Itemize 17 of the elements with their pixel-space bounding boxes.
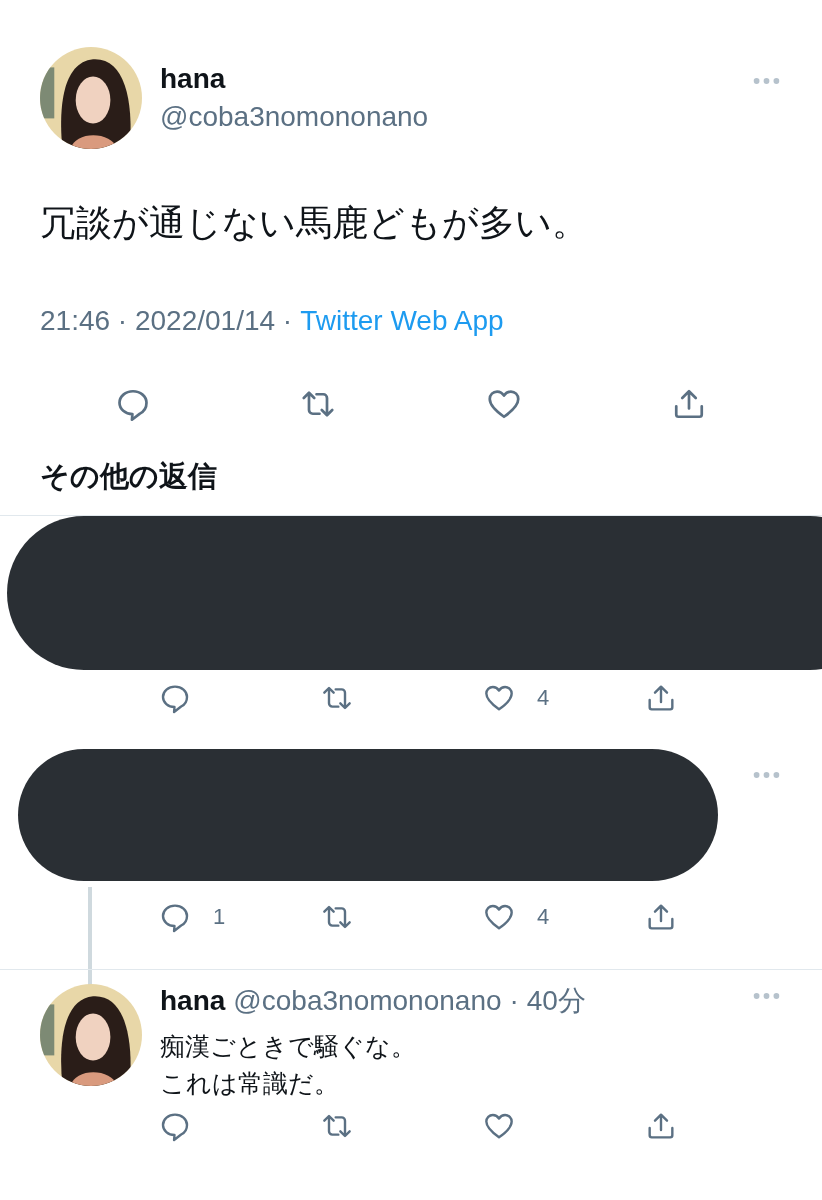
reply-icon[interactable] (159, 1110, 191, 1142)
section-heading: その他の返信 (40, 458, 218, 495)
reply-icon[interactable] (159, 682, 191, 714)
reply-text: 痴漢ごときで騒ぐな。 (160, 1031, 416, 1063)
user-handle[interactable]: @coba3nomononano (160, 101, 429, 133)
user-handle[interactable]: @coba3nomononano (233, 985, 502, 1017)
timestamp: 21:46 · 2022/01/14 · (40, 305, 293, 337)
reply-icon[interactable] (159, 901, 191, 933)
tweet-text: 冗談が通じない馬鹿どもが多い。 (40, 201, 589, 245)
user-name[interactable]: hana (160, 985, 226, 1017)
source-link[interactable]: Twitter Web App (300, 305, 504, 337)
reply-text: これは常識だ。 (160, 1068, 339, 1100)
like-count: 4 (537, 904, 550, 930)
like-count: 4 (537, 685, 550, 711)
timestamp: · 40分 (509, 984, 586, 1018)
reply-count: 1 (213, 904, 226, 930)
user-name[interactable]: hana (160, 63, 429, 95)
